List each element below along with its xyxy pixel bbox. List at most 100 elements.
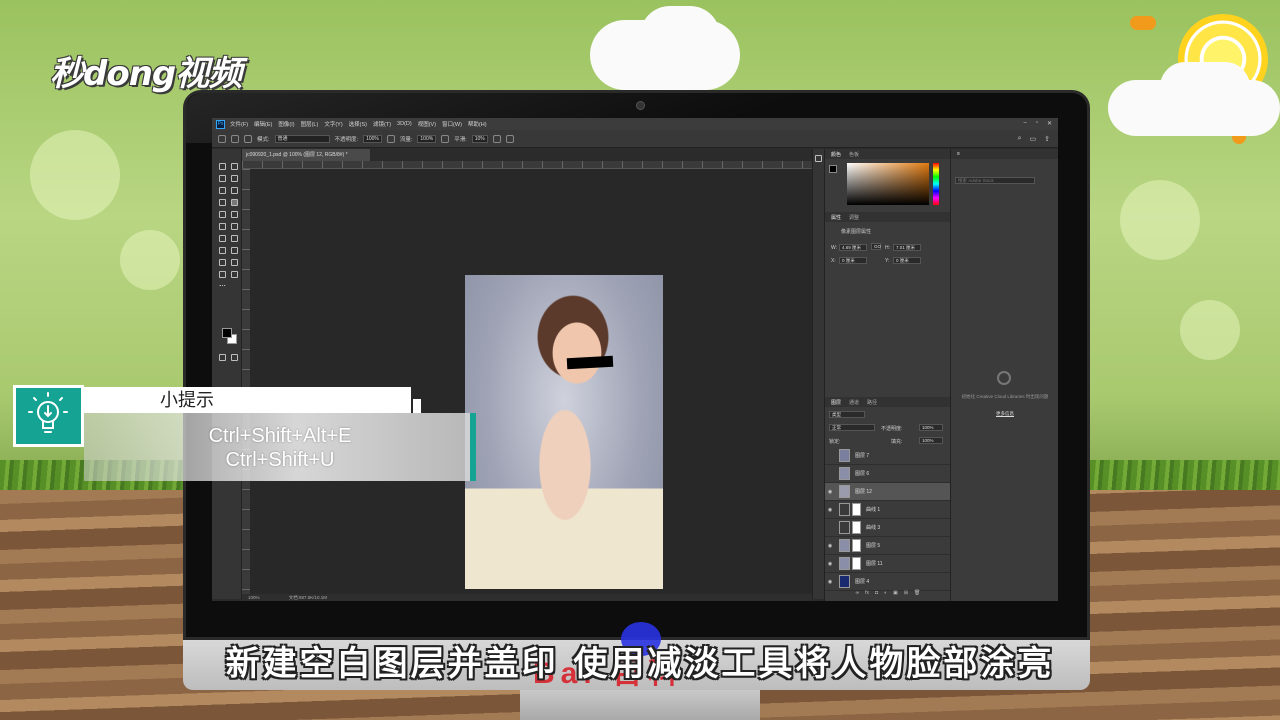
layer-mask-thumbnail[interactable] — [852, 557, 861, 570]
opacity-field[interactable]: 100% — [363, 134, 382, 143]
stamp-tool-icon[interactable] — [219, 211, 226, 218]
zoom-tool-icon[interactable] — [231, 271, 238, 278]
tab-properties[interactable]: 属性 — [831, 214, 841, 221]
new-layer-icon[interactable]: ⊞ — [904, 590, 908, 599]
hue-slider[interactable] — [933, 163, 939, 205]
visibility-eye-icon[interactable]: ◉ — [825, 507, 835, 513]
color-picker-field[interactable] — [847, 163, 929, 205]
gear-icon[interactable] — [492, 134, 501, 143]
move-tool-icon[interactable] — [219, 163, 226, 170]
menu-filter[interactable]: 滤镜(T) — [373, 120, 391, 128]
brush-settings-icon[interactable] — [244, 134, 252, 143]
new-group-icon[interactable]: ▣ — [893, 590, 898, 599]
crop-tool-icon[interactable] — [219, 187, 226, 194]
layer-filter-select[interactable]: 类型 — [829, 411, 865, 418]
pressure-size-icon[interactable] — [505, 134, 514, 143]
history-panel-icon[interactable] — [815, 155, 822, 162]
foreground-color-swatch[interactable] — [222, 328, 232, 338]
healing-tool-icon[interactable] — [219, 199, 226, 206]
layer-row[interactable]: 图层 7 — [825, 447, 951, 465]
trash-icon[interactable]: 🗑 — [914, 590, 920, 599]
dodge-tool-icon[interactable] — [231, 235, 238, 242]
menu-file[interactable]: 文件(F) — [230, 120, 248, 128]
menu-select[interactable]: 选择(S) — [349, 120, 367, 128]
close-icon[interactable]: ✕ — [1047, 120, 1052, 127]
tab-color[interactable]: 颜色 — [831, 151, 841, 158]
x-field[interactable]: 0 厘米 — [839, 257, 867, 264]
quick-mask-icon[interactable] — [219, 354, 226, 361]
menu-window[interactable]: 窗口(W) — [442, 120, 462, 128]
visibility-eye-icon[interactable]: ◉ — [825, 579, 835, 585]
blur-tool-icon[interactable] — [219, 235, 226, 242]
layer-opacity-field[interactable]: 100% — [919, 424, 943, 431]
document-tab[interactable]: jc090920_1.psd @ 100% (图层 12, RGB/8#) * — [242, 149, 370, 161]
workspace-icon[interactable]: ▭ — [1030, 135, 1037, 143]
layer-row[interactable]: ◉ 图层 12 — [825, 483, 951, 501]
layer-row[interactable]: 曲线 3 — [825, 519, 951, 537]
menu-edit[interactable]: 编辑(E) — [254, 120, 272, 128]
tab-paths[interactable]: 路径 — [867, 399, 877, 406]
canvas-area[interactable] — [250, 169, 812, 594]
mode-select[interactable]: 普通 — [274, 134, 330, 143]
share-icon[interactable]: ⇪ — [1044, 135, 1050, 143]
add-mask-icon[interactable]: ◘ — [875, 590, 878, 599]
zoom-level[interactable]: 100% — [248, 595, 260, 600]
layer-row[interactable]: 图层 6 — [825, 465, 951, 483]
layer-mask-thumbnail[interactable] — [852, 539, 861, 552]
link-dimensions-icon[interactable]: GO — [871, 243, 881, 250]
adjustment-layer-icon[interactable]: ◐ — [884, 590, 887, 599]
tab-swatches[interactable]: 色板 — [849, 151, 859, 158]
fill-field[interactable]: 100% — [919, 437, 943, 444]
menu-help[interactable]: 帮助(H) — [468, 120, 487, 128]
shape-tool-icon[interactable] — [231, 259, 238, 266]
hand-tool-icon[interactable] — [219, 271, 226, 278]
portrait-photo[interactable] — [465, 275, 663, 589]
restore-icon[interactable]: ▫ — [1036, 120, 1038, 127]
menu-view[interactable]: 视图(V) — [418, 120, 436, 128]
marquee-tool-icon[interactable] — [231, 163, 238, 170]
quick-select-tool-icon[interactable] — [231, 175, 238, 182]
visibility-eye-icon[interactable]: ◉ — [825, 543, 835, 549]
path-select-tool-icon[interactable] — [219, 259, 226, 266]
type-tool-icon[interactable] — [231, 247, 238, 254]
layer-row[interactable]: ◉ 图层 5 — [825, 537, 951, 555]
layer-row[interactable]: ◉ 图层 4 — [825, 573, 951, 591]
history-brush-tool-icon[interactable] — [231, 211, 238, 218]
link-layers-icon[interactable]: ∞ — [856, 590, 860, 599]
layer-mask-thumbnail[interactable] — [852, 521, 861, 534]
layer-row[interactable]: ◉ 图层 11 — [825, 555, 951, 573]
visibility-eye-icon[interactable]: ◉ — [825, 561, 835, 567]
tab-layers[interactable]: 图层 — [831, 399, 841, 406]
more-info-link[interactable]: 更多信息 — [959, 411, 1051, 417]
minimize-icon[interactable]: – — [1023, 120, 1026, 127]
screen-mode-icon[interactable] — [231, 354, 238, 361]
brush-tool-icon[interactable] — [218, 134, 226, 143]
layer-mask-thumbnail[interactable] — [852, 503, 861, 516]
search-icon[interactable]: ⌕ — [1018, 135, 1022, 143]
more-tools-icon[interactable] — [219, 285, 226, 288]
airbrush-icon[interactable] — [441, 134, 450, 143]
brush-tool-icon[interactable] — [231, 199, 238, 206]
lasso-tool-icon[interactable] — [219, 175, 226, 182]
smooth-field[interactable]: 10% — [471, 134, 488, 143]
pen-tool-icon[interactable] — [219, 247, 226, 254]
tab-libraries-icon[interactable]: ≡ — [957, 151, 960, 157]
fx-icon[interactable]: fx — [865, 590, 869, 599]
width-field[interactable]: 4.69 厘米 — [839, 244, 867, 251]
brush-preset-icon[interactable] — [231, 134, 239, 143]
stock-search-input[interactable]: 搜索 Adobe Stock — [955, 177, 1035, 184]
eraser-tool-icon[interactable] — [219, 223, 226, 230]
tab-adjustments[interactable]: 调整 — [849, 214, 859, 221]
menu-layer[interactable]: 图层(L) — [301, 120, 319, 128]
y-field[interactable]: 0 厘米 — [893, 257, 921, 264]
menu-image[interactable]: 图像(I) — [278, 120, 294, 128]
flow-field[interactable]: 100% — [417, 134, 437, 143]
eyedropper-tool-icon[interactable] — [231, 187, 238, 194]
menu-3d[interactable]: 3D(D) — [397, 121, 412, 127]
color-panel-foreground[interactable] — [829, 165, 837, 173]
tab-channels[interactable]: 通道 — [849, 399, 859, 406]
menu-type[interactable]: 文字(Y) — [324, 120, 342, 128]
layer-row[interactable]: ◉ 曲线 1 — [825, 501, 951, 519]
visibility-eye-icon[interactable]: ◉ — [825, 489, 835, 495]
blend-mode-select[interactable]: 正常 — [829, 424, 875, 431]
